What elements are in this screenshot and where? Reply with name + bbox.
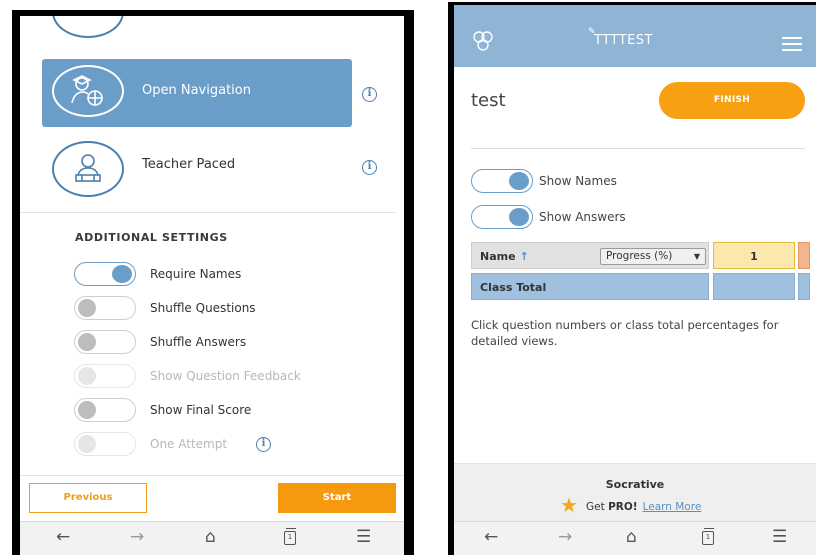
mode-label: Open Navigation xyxy=(142,83,251,98)
menu-icon[interactable]: ☰ xyxy=(772,527,787,547)
next-question-column-header[interactable] xyxy=(798,242,810,269)
app-header: ✎ TTTTEST xyxy=(454,5,816,67)
class-total-label: Class Total xyxy=(471,273,709,300)
show-final-score-label: Show Final Score xyxy=(150,403,252,417)
left-phone-frame: Open Navigation i Teacher Paced i ADDITI… xyxy=(12,10,414,555)
right-screen: ✎ TTTTEST test FINISH Show Names Show An… xyxy=(454,5,816,555)
show-question-feedback-toggle xyxy=(74,364,136,388)
footer-brand: Socrative xyxy=(605,478,665,491)
name-column-header[interactable]: Name ↑ Progress (%) ▼ xyxy=(471,242,709,269)
shuffle-questions-toggle[interactable] xyxy=(74,296,136,320)
app-footer: Socrative ★ Get PRO! Learn More xyxy=(454,463,816,521)
tabs-icon[interactable]: 1 xyxy=(284,528,296,545)
back-arrow-icon[interactable]: ← xyxy=(56,527,70,547)
browser-bottom-bar: ← → ⌂ 1 ☰ xyxy=(454,521,816,555)
shuffle-answers-label: Shuffle Answers xyxy=(150,335,247,349)
forward-arrow-icon[interactable]: → xyxy=(130,527,144,547)
menu-icon[interactable]: ☰ xyxy=(356,527,371,547)
toggle-knob xyxy=(112,265,132,283)
start-button[interactable]: Start xyxy=(278,483,396,513)
back-arrow-icon[interactable]: ← xyxy=(484,527,498,547)
left-screen: Open Navigation i Teacher Paced i ADDITI… xyxy=(20,16,404,555)
divider xyxy=(20,475,404,476)
previous-button[interactable]: Previous xyxy=(29,483,147,513)
hint-text: Click question numbers or class total pe… xyxy=(471,318,779,348)
mode-open-navigation[interactable]: Open Navigation xyxy=(42,59,352,127)
require-names-toggle[interactable] xyxy=(74,262,136,286)
show-names-label: Show Names xyxy=(539,174,617,188)
room-name: TTTTEST xyxy=(594,33,653,48)
toggle-knob xyxy=(509,208,529,226)
mode-label: Teacher Paced xyxy=(142,157,236,172)
show-question-feedback-label: Show Question Feedback xyxy=(150,369,301,383)
one-attempt-label: One Attempt xyxy=(150,437,228,451)
show-answers-toggle[interactable] xyxy=(471,205,533,229)
info-icon[interactable]: i xyxy=(362,87,377,102)
toggle-knob xyxy=(78,435,96,453)
divider xyxy=(471,148,805,149)
question-column-header[interactable]: 1 xyxy=(713,242,795,269)
toggle-knob xyxy=(78,367,96,385)
class-total-cell[interactable] xyxy=(798,273,810,300)
info-icon[interactable]: i xyxy=(256,437,271,452)
require-names-label: Require Names xyxy=(150,267,242,281)
finish-button[interactable]: FINISH xyxy=(659,82,805,119)
divider xyxy=(20,212,396,213)
get-label: Get xyxy=(586,501,609,513)
dropdown-arrow-icon: ▼ xyxy=(693,252,700,261)
show-names-toggle[interactable] xyxy=(471,169,533,193)
forward-arrow-icon[interactable]: → xyxy=(558,527,572,547)
show-answers-label: Show Answers xyxy=(539,210,626,224)
home-icon[interactable]: ⌂ xyxy=(205,527,216,547)
mode-teacher-paced[interactable]: Teacher Paced xyxy=(42,133,352,201)
additional-settings-title: ADDITIONAL SETTINGS xyxy=(75,231,228,244)
home-icon[interactable]: ⌂ xyxy=(626,527,637,547)
one-attempt-toggle xyxy=(74,432,136,456)
teacher-paced-icon xyxy=(52,141,124,197)
open-navigation-icon xyxy=(52,65,124,117)
shuffle-answers-toggle[interactable] xyxy=(74,330,136,354)
progress-select-value: Progress (%) xyxy=(606,250,673,262)
browser-bottom-bar: ← → ⌂ 1 ☰ xyxy=(20,521,404,555)
show-final-score-toggle[interactable] xyxy=(74,398,136,422)
toggle-knob xyxy=(78,401,96,419)
sort-arrow-icon[interactable]: ↑ xyxy=(520,250,529,263)
info-icon[interactable]: i xyxy=(362,160,377,175)
pro-star-icon: ★ xyxy=(560,493,578,517)
shuffle-questions-label: Shuffle Questions xyxy=(150,301,256,315)
tabs-icon[interactable]: 1 xyxy=(702,528,714,545)
toggle-knob xyxy=(78,333,96,351)
get-pro-text: Get PRO! Learn More xyxy=(586,501,701,513)
previous-mode-icon xyxy=(52,16,124,38)
quiz-name: test xyxy=(471,90,506,111)
progress-select[interactable]: Progress (%) ▼ xyxy=(600,248,706,265)
right-phone-frame: ✎ TTTTEST test FINISH Show Names Show An… xyxy=(448,2,816,555)
toggle-knob xyxy=(509,172,529,190)
hamburger-menu-icon[interactable] xyxy=(782,37,802,55)
pro-label: PRO! xyxy=(608,501,638,513)
class-total-cell[interactable] xyxy=(713,273,795,300)
socrative-logo-icon[interactable] xyxy=(471,29,495,53)
learn-more-link[interactable]: Learn More xyxy=(643,501,702,513)
name-header-label: Name xyxy=(480,250,516,263)
toggle-knob xyxy=(78,299,96,317)
